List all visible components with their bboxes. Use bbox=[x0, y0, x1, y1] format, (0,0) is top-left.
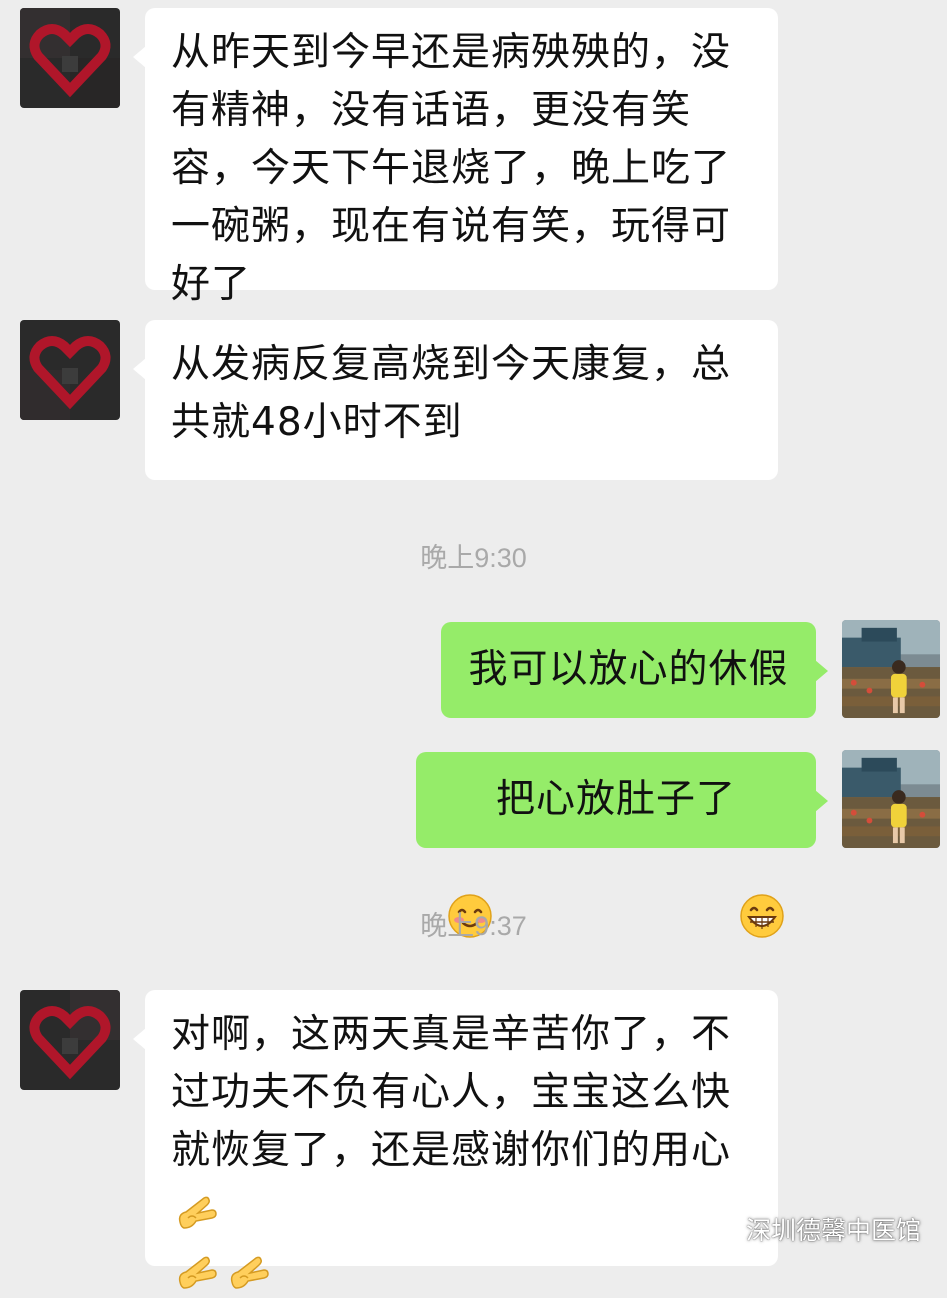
message-bubble-incoming[interactable]: 对啊，这两天真是辛苦你了，不过功夫不负有心人，宝宝这么快就恢复了，还是感谢你们的… bbox=[133, 990, 778, 1289]
watermark-text: 深圳德馨中医馆 bbox=[745, 1216, 921, 1245]
user-avatar[interactable] bbox=[842, 620, 940, 718]
message-bubble-outgoing[interactable]: 把心放肚子了 bbox=[416, 752, 828, 938]
child-photo-avatar-icon bbox=[842, 620, 940, 718]
message-bubble-outgoing[interactable]: 我可以放心的休假 bbox=[441, 622, 828, 718]
wechat-official-account-icon bbox=[711, 1215, 739, 1243]
ok-hand-emoji-icon bbox=[174, 1188, 220, 1234]
emoji-row bbox=[171, 1240, 754, 1298]
message-text: 从发病反复高烧到今天康复，总共就48小时不到 bbox=[171, 342, 732, 445]
child-photo-avatar-icon bbox=[842, 750, 940, 848]
watermark: 深圳德馨中医馆 bbox=[710, 1211, 921, 1247]
heart-avatar-icon bbox=[20, 990, 120, 1090]
contact-avatar[interactable] bbox=[20, 320, 120, 420]
user-avatar[interactable] bbox=[842, 750, 940, 848]
contact-avatar[interactable] bbox=[20, 990, 120, 1090]
message-text: 从昨天到今早还是病殃殃的，没有精神，没有话语，更没有笑容，今天下午退烧了，晚上吃… bbox=[171, 30, 732, 307]
contact-avatar[interactable] bbox=[20, 8, 120, 108]
heart-avatar-icon bbox=[20, 8, 120, 108]
message-bubble-incoming[interactable]: 从发病反复高烧到今天康复，总共就48小时不到 bbox=[133, 320, 778, 480]
message-text: 把心放肚子了 bbox=[495, 777, 736, 822]
heart-avatar-icon bbox=[20, 320, 120, 420]
message-text: 我可以放心的休假 bbox=[468, 647, 789, 692]
timestamp: 晚上9:30 bbox=[420, 543, 527, 573]
message-text: 对啊，这两天真是辛苦你了，不过功夫不负有心人，宝宝这么快就恢复了，还是感谢你们的… bbox=[171, 1012, 732, 1173]
message-bubble-incoming[interactable]: 从昨天到今早还是病殃殃的，没有精神，没有话语，更没有笑容，今天下午退烧了，晚上吃… bbox=[133, 8, 778, 307]
grinning-emoji-icon bbox=[739, 777, 785, 938]
timestamp: 晚上9:37 bbox=[420, 911, 527, 941]
smiling-blush-emoji-icon bbox=[447, 777, 493, 938]
